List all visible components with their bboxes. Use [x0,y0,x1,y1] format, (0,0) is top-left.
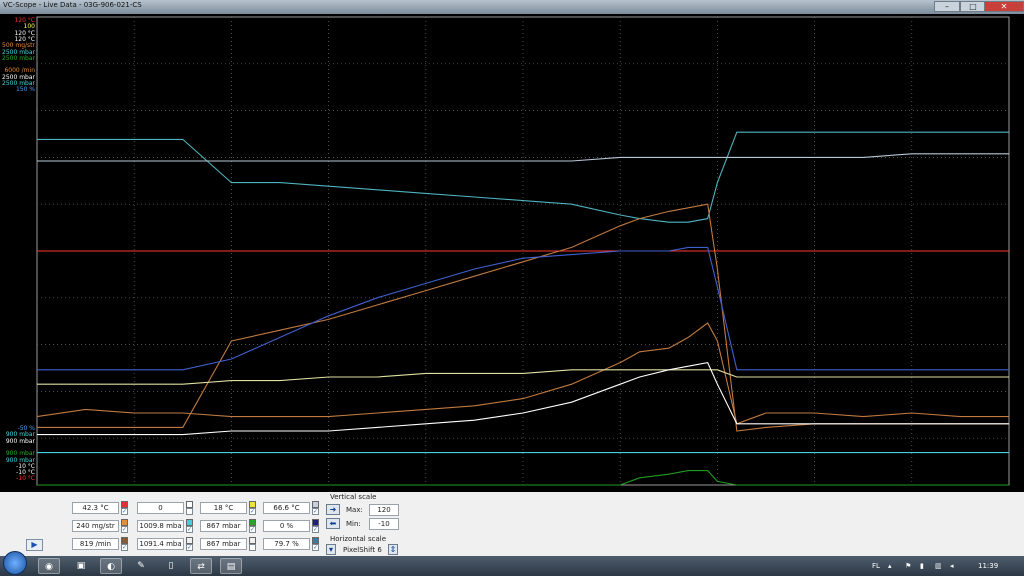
minimize-icon[interactable]: – [934,1,960,12]
scope-plot-area: 120 °C 100 120 °C 120 °C 500 mg/str 2500 mbar… [0,14,1024,492]
channel-visible-checkbox[interactable] [186,508,193,515]
taskbar: ◉ ▣ ◐ ✎ ▯ ⇄ ▤ [0,556,1024,576]
channel-visible-checkbox[interactable]: ✓ [249,508,256,515]
title-bar: VC-Scope - Live Data - 03G-906-021-CS – … [0,0,1024,14]
channel-visible-checkbox[interactable]: ✓ [249,526,256,533]
vertical-max-label: Max: [346,506,363,514]
channel-visible-checkbox[interactable] [249,544,256,551]
media-player-icon[interactable]: ◐ [100,558,122,574]
vertical-min-arrow-icon[interactable]: ⬅ [326,518,340,529]
vertical-scale-heading: Vertical scale [330,493,377,501]
control-panel: 42.3 °C ✓ 0 18 °C ✓ 66.6 °C ✓ 240 mg/str ✓ 1009.8… [0,492,1024,556]
channel-visible-checkbox[interactable]: ✓ [121,526,128,533]
scope-chart [36,16,1010,486]
tray-language[interactable]: FL [872,562,880,570]
network-app-icon[interactable]: ⇄ [190,558,212,574]
vertical-max-arrow-icon[interactable]: ➜ [326,504,340,515]
channel-value-field: 867 mbar [200,538,247,550]
firefox-icon[interactable]: ◉ [38,558,60,574]
channel-value-field: 240 mg/str [72,520,119,532]
channel-value-field: 867 mbar [200,520,247,532]
channel-color-swatch[interactable] [312,501,319,508]
channel-value-field: 819 /min [72,538,119,550]
horizontal-scale-mode[interactable]: PixelShift 6 [343,546,382,554]
channel-visible-checkbox[interactable]: ✓ [312,544,319,551]
channel-visible-checkbox[interactable]: ✓ [312,508,319,515]
vertical-min-input[interactable]: -10 [369,518,399,530]
scale-label: 150 % [15,86,35,94]
horizontal-scale-heading: Horizontal scale [330,535,387,543]
channel-value-field: 0 [137,502,184,514]
close-icon[interactable]: ✕ [984,1,1024,12]
tray-volume-icon[interactable]: ◂ [950,562,954,570]
device-icon[interactable]: ▯ [160,558,182,574]
channel-color-swatch[interactable] [121,537,128,544]
channel-visible-checkbox[interactable]: ✓ [121,508,128,515]
tray-arrow-icon[interactable]: ▴ [888,562,892,570]
scale-label: 2500 mbar [2,54,35,62]
vertical-max-input[interactable]: 120 [369,504,399,516]
channel-color-swatch[interactable] [121,519,128,526]
channel-value-field: 1009.8 mba [137,520,184,532]
maximize-icon[interactable]: □ [960,1,986,12]
channel-color-swatch[interactable] [121,501,128,508]
start-button[interactable] [3,551,27,575]
channel-visible-checkbox[interactable]: ✓ [186,526,193,533]
play-icon[interactable]: ▶ [26,539,43,551]
tray-flag-icon[interactable]: ⚑ [905,562,911,570]
horizontal-spin-icon[interactable]: ⇕ [388,544,398,555]
clock[interactable]: 11:39 [978,562,998,570]
tools-icon[interactable]: ✎ [130,558,152,574]
channel-color-swatch[interactable] [186,519,193,526]
vertical-min-label: Min: [346,520,361,528]
scale-label: -10 °C [16,475,35,483]
channel-color-swatch[interactable] [249,501,256,508]
tray-network-icon[interactable]: ▥ [935,562,942,570]
channel-value-field: 42.3 °C [72,502,119,514]
explorer-folder-icon[interactable]: ▣ [70,558,92,574]
channel-color-swatch[interactable] [249,519,256,526]
channel-color-swatch[interactable] [186,537,193,544]
channel-value-field: 1091.4 mba [137,538,184,550]
channel-value-field: 18 °C [200,502,247,514]
channel-value-field: 0 % [263,520,310,532]
window-title: VC-Scope - Live Data - 03G-906-021-CS [3,1,142,9]
scale-label: 900 mbar [5,437,35,445]
channel-visible-checkbox[interactable]: ✓ [312,526,319,533]
horizontal-down-arrow-icon[interactable]: ▾ [326,544,336,555]
channel-color-swatch[interactable] [249,537,256,544]
tray-device-icon[interactable]: ▮ [920,562,924,570]
channel-color-swatch[interactable] [312,519,319,526]
channel-value-field: 79.7 % [263,538,310,550]
channel-visible-checkbox[interactable]: ✓ [186,544,193,551]
channel-value-field: 66.6 °C [263,502,310,514]
channel-color-swatch[interactable] [312,537,319,544]
channel-visible-checkbox[interactable]: ✓ [121,544,128,551]
channel-color-swatch[interactable] [186,501,193,508]
vcscope-app-icon[interactable]: ▤ [220,558,242,574]
